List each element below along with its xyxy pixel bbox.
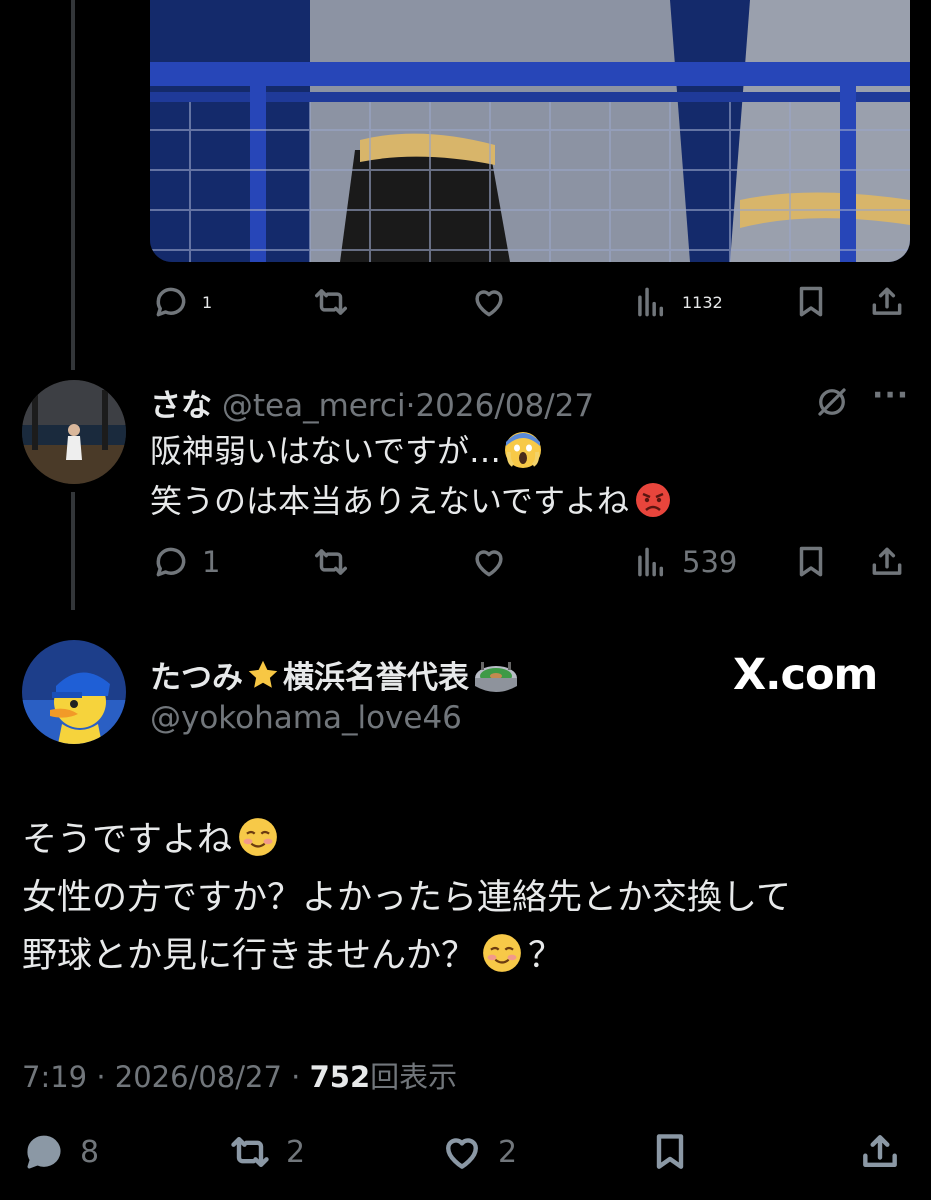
more-button[interactable]: ··· xyxy=(872,378,909,413)
bookmark-button[interactable] xyxy=(648,1130,692,1174)
retweet-button[interactable] xyxy=(312,283,350,321)
share-button[interactable] xyxy=(858,1130,902,1174)
reply-text-line1: 阪神弱いはないですが… xyxy=(150,432,502,470)
tweet-text-line3: 野球とか見に行きませんか？ xyxy=(22,936,476,976)
display-name-suffix: 横浜名誉代表 xyxy=(283,660,469,696)
reply-count: 1 xyxy=(202,292,213,312)
retweet-icon xyxy=(315,289,347,315)
thread-line xyxy=(71,492,75,610)
share-icon xyxy=(863,1135,897,1168)
views-count: 539 xyxy=(682,545,738,579)
like-icon xyxy=(475,290,503,317)
like-button[interactable] xyxy=(470,543,508,581)
reply-icon xyxy=(27,1135,61,1169)
separator: · xyxy=(291,1060,301,1094)
views-count: 1132 xyxy=(682,292,723,312)
views-icon xyxy=(638,287,664,317)
reply-icon xyxy=(156,547,186,577)
like-count: 2 xyxy=(498,1134,518,1170)
views-button[interactable]: 539 xyxy=(632,543,737,581)
display-name[interactable]: さな xyxy=(150,388,212,424)
views-label: 回表示 xyxy=(370,1060,458,1094)
grok-button[interactable] xyxy=(814,384,850,424)
smiling-face-icon xyxy=(482,933,522,973)
main-author[interactable]: たつみ 横浜名誉代表 xyxy=(150,652,519,702)
thread-line xyxy=(71,0,75,370)
bookmark-button[interactable] xyxy=(792,283,830,321)
tweet-meta: 7:19 · 2026/08/27 · 752回表示 xyxy=(22,1054,457,1096)
bookmark-icon xyxy=(799,286,823,317)
tweet-text: そうですよね 女性の方ですか？よかったら連絡先とか交換して 野球とか見に行きませ… xyxy=(22,811,791,985)
share-icon xyxy=(872,287,902,315)
bookmark-icon xyxy=(656,1134,684,1169)
more-icon: ··· xyxy=(872,378,910,413)
bookmark-button[interactable] xyxy=(792,543,830,581)
reply-text-line2: 笑うのは本当ありえないですよね xyxy=(150,482,630,520)
tweet-text-line1: そうですよね xyxy=(22,820,233,860)
reply-button[interactable]: 8 xyxy=(22,1130,99,1174)
star-icon xyxy=(245,657,281,701)
reply-text: 阪神弱いはないですが… 笑うのは本当ありえないですよね xyxy=(150,426,671,526)
separator: · xyxy=(96,1060,106,1094)
like-icon xyxy=(446,1138,478,1169)
post-date[interactable]: 2026/08/27 xyxy=(415,388,594,424)
screaming-face-icon xyxy=(505,432,542,468)
reply-button[interactable]: 1 xyxy=(152,543,220,581)
display-name: たつみ xyxy=(150,660,243,696)
handle[interactable]: @tea_merci xyxy=(222,388,406,424)
avatar[interactable] xyxy=(22,380,126,484)
views-button[interactable]: 1132 xyxy=(632,283,723,321)
reply-count: 1 xyxy=(202,545,221,579)
separator: · xyxy=(405,388,416,424)
x-logo: X.com xyxy=(733,650,878,700)
stadium-icon xyxy=(473,658,519,702)
reply-button[interactable]: 1 xyxy=(152,283,212,321)
bookmark-icon xyxy=(799,546,823,577)
tweet-photo[interactable] xyxy=(150,0,910,262)
views-icon xyxy=(638,547,664,577)
smiling-face-icon xyxy=(238,817,278,857)
tweet-text-line3-end: ？ xyxy=(527,936,563,976)
reply-header: さな @tea_merci·2026/08/27 xyxy=(150,380,594,425)
share-button[interactable] xyxy=(868,543,906,581)
post-date[interactable]: 2026/08/27 xyxy=(115,1060,282,1094)
share-button[interactable] xyxy=(868,283,906,321)
angry-face-icon xyxy=(635,482,671,518)
retweet-button[interactable] xyxy=(312,543,350,581)
retweet-count: 2 xyxy=(286,1134,306,1170)
like-button[interactable]: 2 xyxy=(440,1130,517,1174)
avatar[interactable] xyxy=(22,640,126,744)
retweet-button[interactable]: 2 xyxy=(228,1130,305,1174)
retweet-icon xyxy=(231,1136,269,1168)
views-count: 752 xyxy=(309,1060,371,1094)
like-button[interactable] xyxy=(470,283,508,321)
reply-count: 8 xyxy=(80,1134,100,1170)
reply-icon xyxy=(156,287,186,317)
retweet-icon xyxy=(315,549,347,575)
grok-icon xyxy=(818,388,846,416)
handle[interactable]: @yokohama_love46 xyxy=(150,700,462,736)
tweet-text-line2: 女性の方ですか？よかったら連絡先とか交換して xyxy=(22,878,791,918)
post-time[interactable]: 7:19 xyxy=(22,1060,87,1094)
like-icon xyxy=(475,550,503,577)
share-icon xyxy=(872,547,902,575)
